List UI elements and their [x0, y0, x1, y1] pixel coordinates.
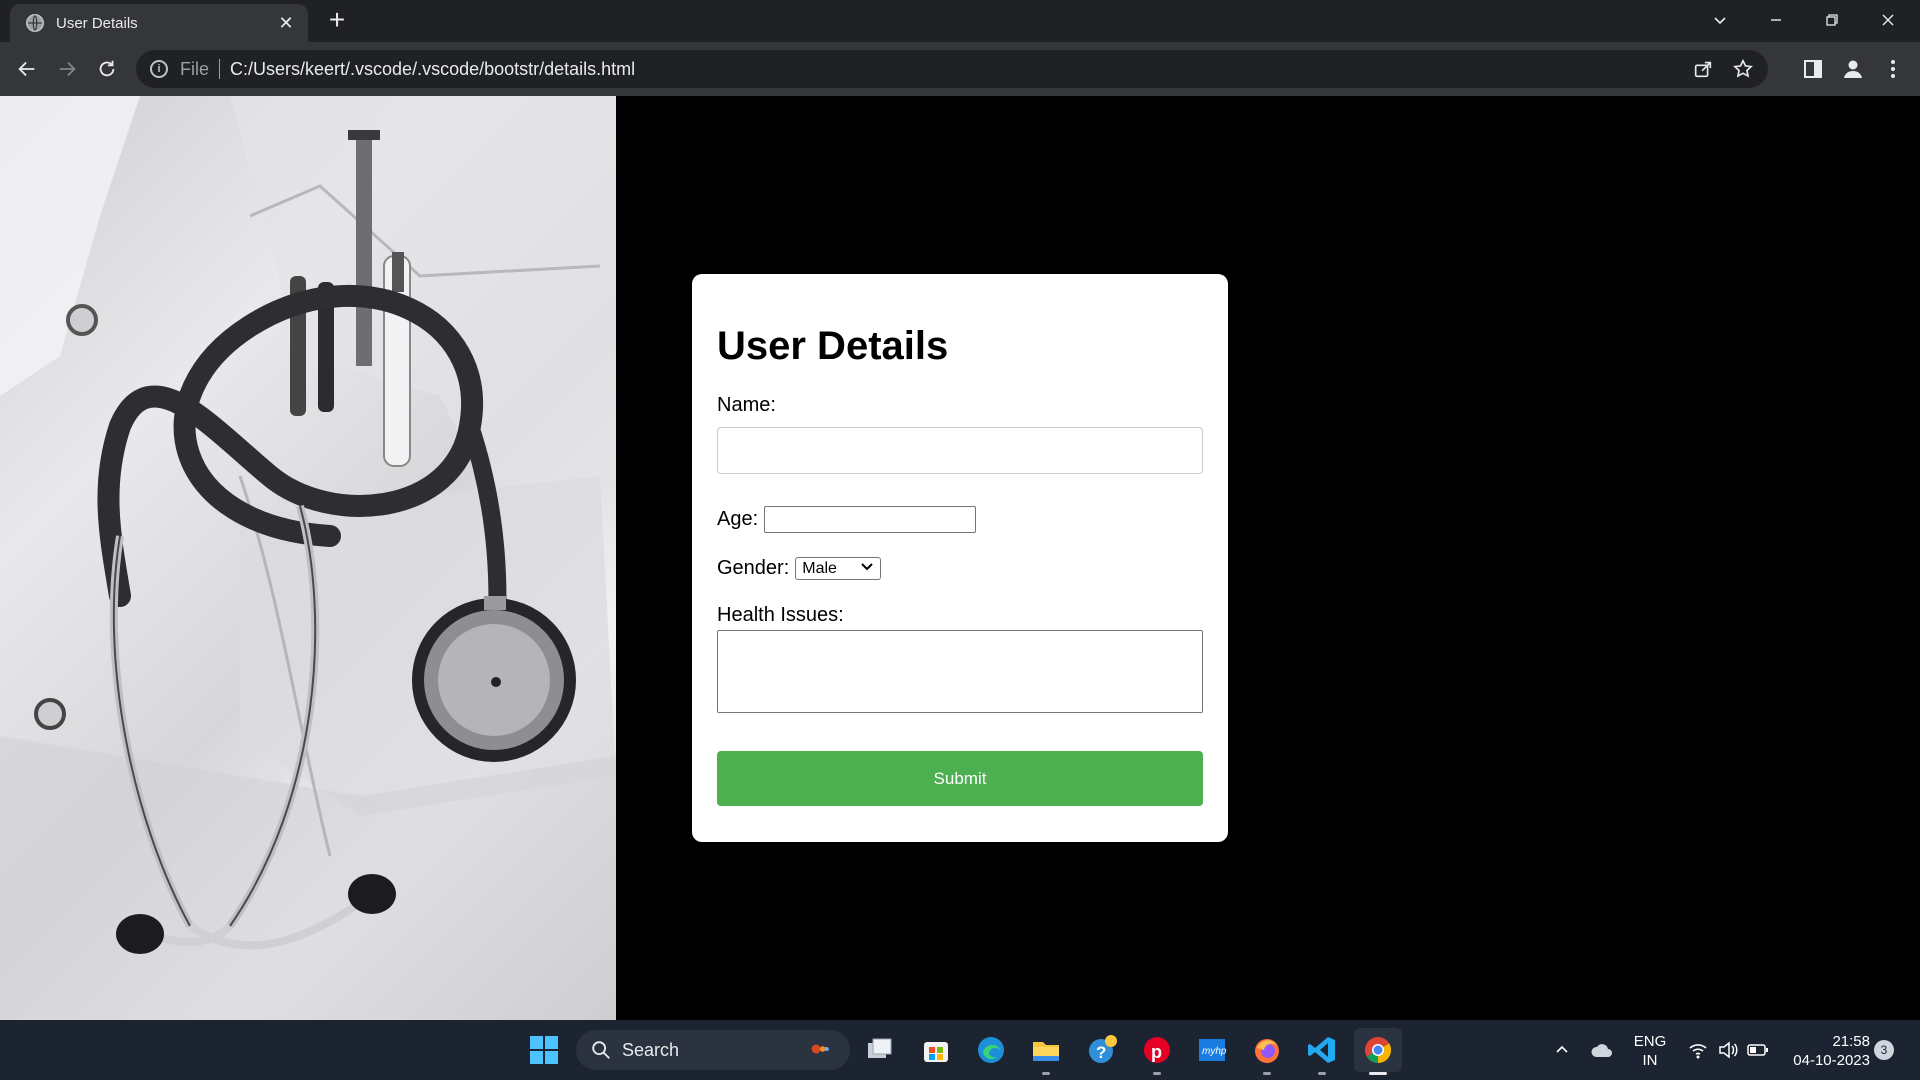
chevron-down-icon	[860, 559, 874, 578]
name-input[interactable]	[717, 427, 1203, 474]
new-tab-button[interactable]: +	[322, 6, 352, 36]
url-separator	[219, 59, 221, 79]
browser-menu-icon[interactable]	[1880, 56, 1906, 82]
svg-text:p: p	[1151, 1042, 1162, 1062]
search-highlight-icon	[808, 1038, 840, 1065]
firefox-icon[interactable]	[1251, 1034, 1283, 1066]
active-app-indicator	[1369, 1072, 1387, 1075]
url-text: C:/Users/keert/.vscode/.vscode/bootstr/d…	[230, 58, 636, 79]
edge-browser-icon[interactable]	[975, 1034, 1007, 1066]
back-arrow-icon[interactable]	[12, 54, 42, 84]
submit-button[interactable]: Submit	[717, 751, 1203, 806]
gender-selected-value: Male	[802, 559, 837, 577]
running-indicator	[1263, 1072, 1271, 1075]
address-bar-actions	[1692, 58, 1754, 85]
taskbar-search-box[interactable]: Search	[576, 1030, 850, 1070]
restore-window-icon[interactable]	[1804, 0, 1860, 40]
myhp-icon[interactable]: myhp	[1196, 1034, 1228, 1066]
user-details-form: User Details Name: Age: Gender: Male Hea…	[692, 274, 1228, 842]
health-issues-textarea[interactable]	[717, 630, 1203, 713]
name-label: Name:	[717, 394, 776, 416]
browser-toolbar: i File C:/Users/keert/.vscode/.vscode/bo…	[0, 42, 1920, 96]
bookmark-star-icon[interactable]	[1732, 58, 1754, 85]
onedrive-cloud-icon[interactable]	[1588, 1020, 1616, 1080]
stethoscope-photo	[0, 96, 616, 1020]
pinterest-icon[interactable]: p	[1141, 1034, 1173, 1066]
vscode-icon[interactable]	[1306, 1034, 1338, 1066]
volume-icon[interactable]	[1714, 1020, 1742, 1080]
age-label: Age:	[717, 508, 759, 530]
language-code: ENG	[1633, 1033, 1667, 1050]
browser-tab[interactable]: User Details ✕	[10, 4, 308, 42]
forward-arrow-icon[interactable]	[52, 54, 82, 84]
age-input[interactable]	[764, 506, 977, 533]
chrome-icon[interactable]	[1354, 1028, 1402, 1072]
globe-icon	[26, 14, 44, 32]
file-explorer-icon[interactable]	[1030, 1034, 1062, 1066]
address-bar[interactable]: i File C:/Users/keert/.vscode/.vscode/bo…	[136, 50, 1768, 88]
reload-icon[interactable]	[92, 54, 122, 84]
health-issues-label: Health Issues:	[717, 604, 844, 626]
url-scheme: File	[180, 58, 210, 79]
share-icon[interactable]	[1692, 58, 1714, 85]
side-panel-icon[interactable]	[1800, 56, 1826, 82]
gender-label: Gender:	[717, 557, 790, 579]
gender-row: Gender: Male	[717, 557, 882, 580]
language-region: IN	[1642, 1052, 1658, 1069]
show-hidden-icons-chevron-icon[interactable]	[1550, 1020, 1574, 1080]
close-window-icon[interactable]	[1860, 0, 1916, 40]
profile-avatar-icon[interactable]	[1840, 56, 1866, 82]
tab-title: User Details	[56, 14, 138, 32]
form-title: User Details	[717, 324, 949, 368]
page-viewport: User Details Name: Age: Gender: Male Hea…	[0, 96, 1920, 1020]
minimize-window-icon[interactable]	[1748, 0, 1804, 40]
language-indicator[interactable]: ENG IN	[1630, 1032, 1670, 1070]
clock-time: 21:58	[1832, 1033, 1870, 1050]
search-icon	[592, 1041, 610, 1059]
clock-date: 04-10-2023	[1793, 1052, 1870, 1069]
svg-text:?: ?	[1096, 1043, 1106, 1062]
info-icon[interactable]: i	[150, 60, 168, 78]
svg-text:myhp: myhp	[1202, 1046, 1227, 1057]
running-indicator	[1153, 1072, 1161, 1075]
running-indicator	[1042, 1072, 1050, 1075]
battery-icon[interactable]	[1744, 1020, 1772, 1080]
tab-search-chevron-icon[interactable]	[1692, 0, 1748, 40]
search-placeholder: Search	[622, 1039, 680, 1060]
system-clock[interactable]: 21:58 04-10-2023	[1780, 1032, 1870, 1070]
windows-start-icon[interactable]	[528, 1034, 560, 1066]
tab-close-icon[interactable]: ✕	[276, 13, 296, 34]
task-view-icon[interactable]	[864, 1034, 896, 1066]
get-help-icon[interactable]: ?	[1086, 1034, 1118, 1066]
wifi-icon[interactable]	[1684, 1020, 1712, 1080]
notification-count-badge[interactable]: 3	[1874, 1040, 1894, 1060]
running-indicator	[1318, 1072, 1326, 1075]
browser-tab-strip: User Details ✕ +	[0, 0, 1920, 42]
microsoft-store-icon[interactable]	[920, 1034, 952, 1066]
age-row: Age:	[717, 506, 977, 533]
gender-select[interactable]: Male	[795, 557, 882, 580]
windows-taskbar: Search ? p myhp ENG IN 21:58 04-10-2023 …	[0, 1020, 1920, 1080]
